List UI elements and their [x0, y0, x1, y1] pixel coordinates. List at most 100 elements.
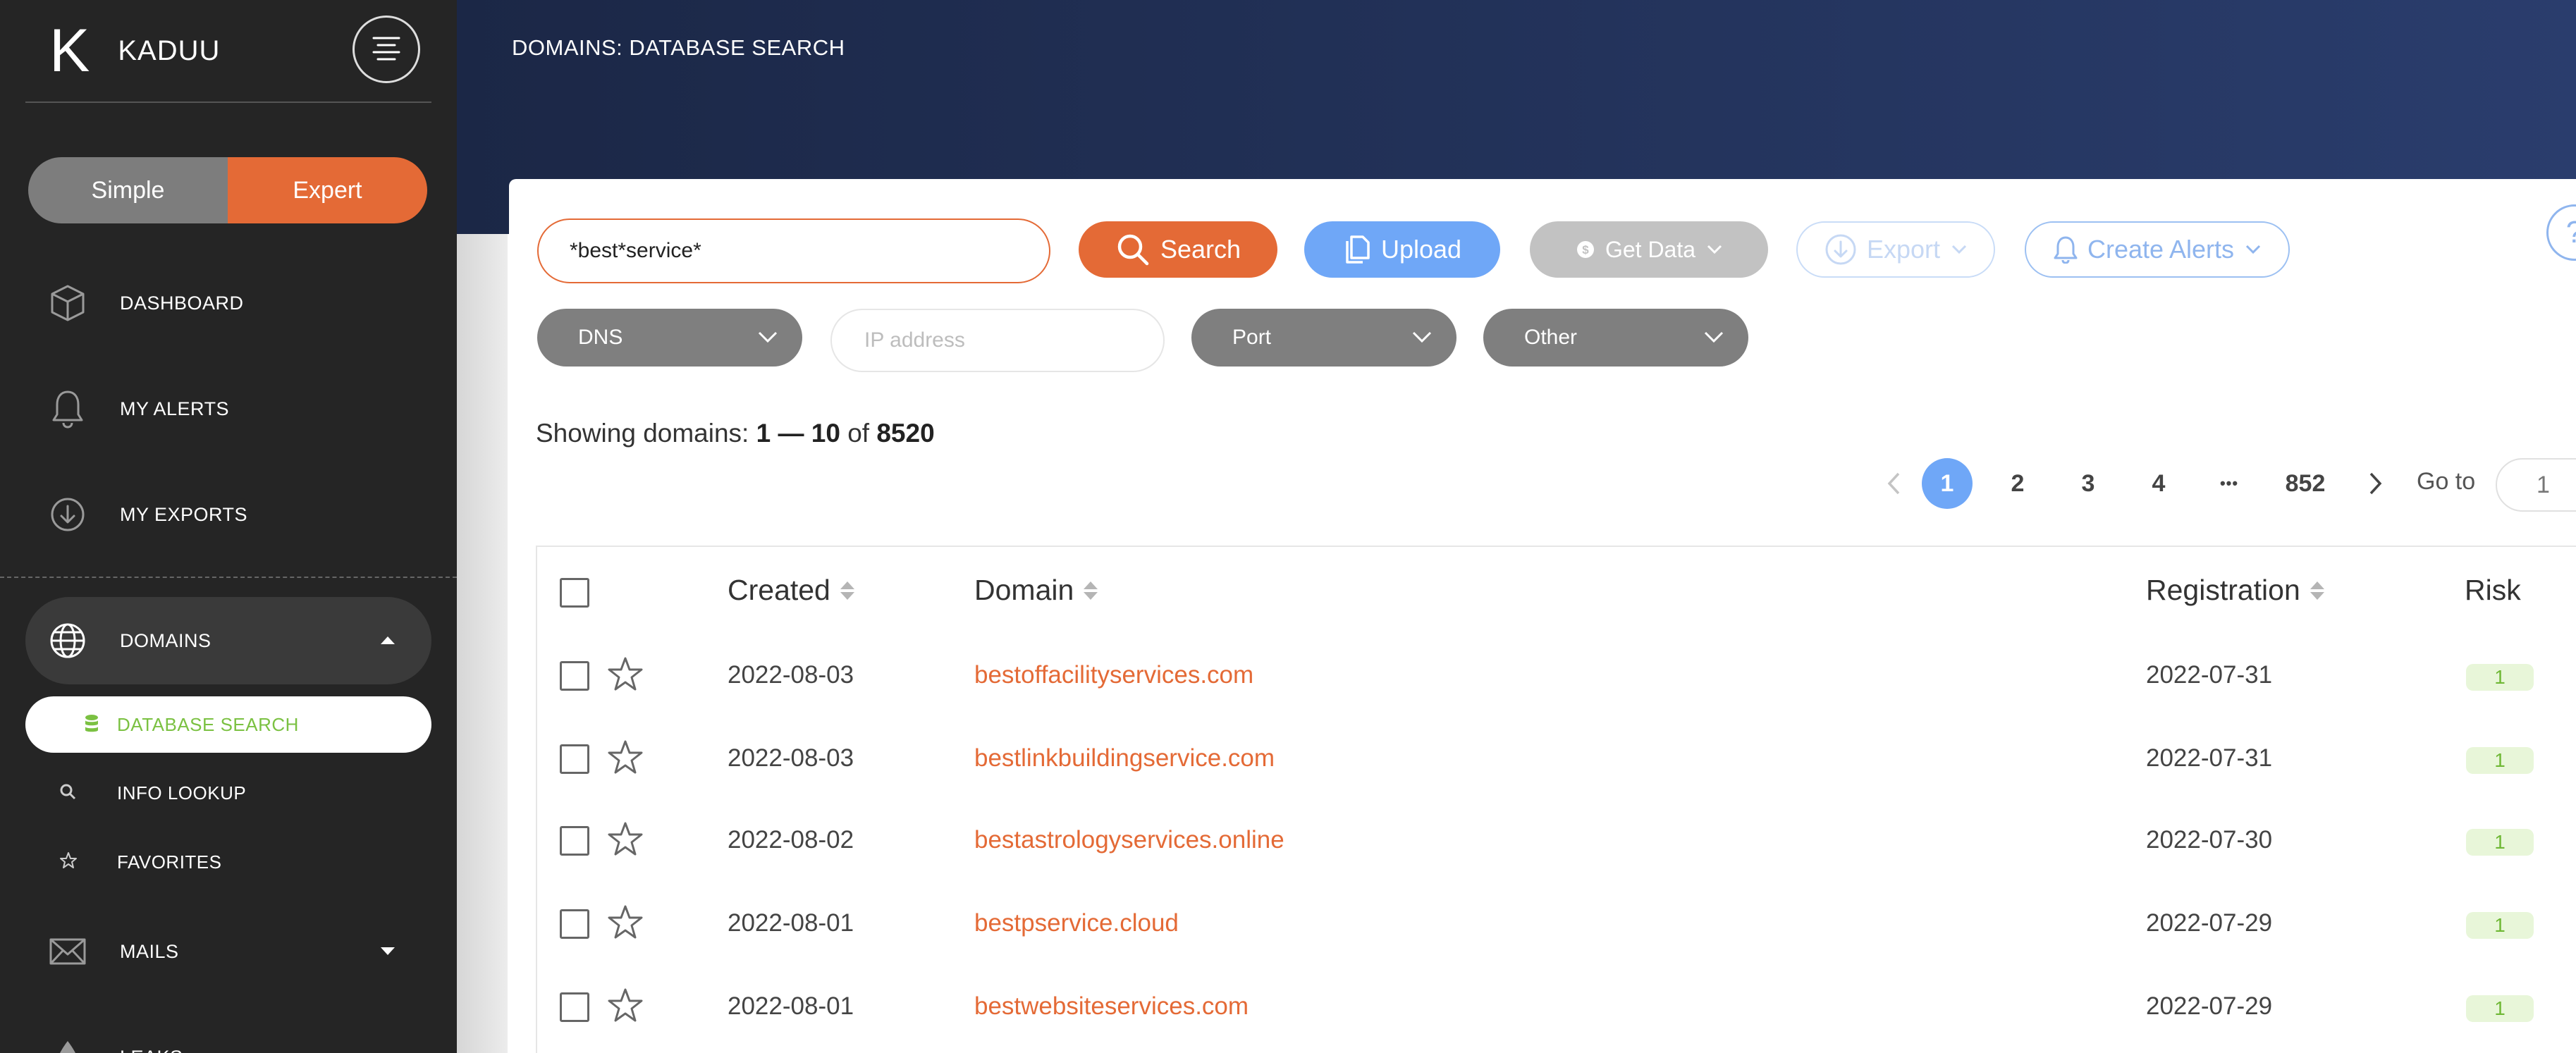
chevron-up-icon[interactable] — [381, 636, 395, 644]
column-header-label: Created — [728, 574, 830, 606]
results-range-sep: — — [778, 419, 804, 448]
cell-registration: 2022-07-29 — [2146, 909, 2273, 937]
get-data-button-label: Get Data — [1605, 236, 1696, 262]
mode-expert-button[interactable]: Expert — [228, 157, 427, 223]
sort-icon — [2310, 581, 2324, 600]
get-data-button[interactable]: $ Get Data — [1530, 221, 1768, 278]
domain-link[interactable]: bestpservice.cloud — [974, 909, 1179, 937]
cell-created: 2022-08-01 — [728, 909, 854, 937]
sidebar-subitem-favorites[interactable]: FAVORITES — [0, 837, 457, 887]
domain-link[interactable]: bestoffacilityservices.com — [974, 661, 1253, 689]
search-button-label: Search — [1160, 235, 1241, 264]
results-range-end: 10 — [811, 419, 840, 448]
column-header-domain[interactable]: Domain — [974, 574, 1098, 607]
domain-link[interactable]: bestastrologyservices.online — [974, 826, 1284, 854]
column-header-label: Domain — [974, 574, 1074, 606]
brand-logo[interactable]: K KADUU — [49, 16, 220, 86]
results-total: 8520 — [876, 419, 935, 448]
select-all-checkbox[interactable] — [560, 578, 589, 608]
row-checkbox[interactable] — [560, 744, 589, 774]
sidebar-subitem-label: INFO LOOKUP — [117, 782, 247, 803]
export-button[interactable]: Export — [1796, 221, 1995, 278]
sidebar-item-dashboard[interactable]: DASHBOARD — [0, 268, 457, 338]
page-button-4[interactable]: 4 — [2133, 458, 2184, 509]
menu-toggle-button[interactable] — [352, 16, 420, 83]
chevron-down-icon — [1703, 326, 1724, 350]
sidebar-item-my-exports[interactable]: MY EXPORTS — [0, 479, 457, 550]
page-button-last[interactable]: 852 — [2273, 458, 2338, 509]
dns-select-label: DNS — [578, 326, 623, 349]
goto-label: Go to — [2417, 468, 2476, 495]
column-header-registration[interactable]: Registration — [2146, 574, 2324, 607]
row-checkbox[interactable] — [560, 826, 589, 856]
sidebar-item-my-alerts[interactable]: MY ALERTS — [0, 374, 457, 444]
sidebar-subitem-info-lookup[interactable]: INFO LOOKUP — [0, 768, 457, 818]
column-header-risk: Risk — [2465, 574, 2521, 607]
sidebar-item-leaks[interactable]: LEAKS — [0, 1022, 457, 1053]
chevron-down-icon — [1707, 245, 1722, 254]
other-select[interactable]: Other — [1483, 309, 1748, 367]
chevron-down-icon — [2245, 245, 2261, 254]
download-circle-icon — [1824, 233, 1857, 266]
cell-created: 2022-08-03 — [728, 744, 854, 772]
row-checkbox[interactable] — [560, 661, 589, 691]
risk-badge: 1 — [2466, 912, 2534, 939]
port-select[interactable]: Port — [1191, 309, 1456, 367]
cell-registration: 2022-07-31 — [2146, 744, 2273, 772]
page-button-3[interactable]: 3 — [2063, 458, 2114, 509]
drop-icon — [48, 1037, 87, 1053]
cube-icon — [48, 283, 87, 323]
next-page-button[interactable] — [2350, 458, 2401, 509]
brand-letter: K — [49, 17, 90, 85]
chevron-down-icon[interactable] — [381, 947, 395, 955]
column-header-label: Registration — [2146, 574, 2300, 606]
sidebar-subitem-database-search[interactable]: DATABASE SEARCH — [25, 696, 431, 753]
star-icon[interactable] — [606, 739, 644, 777]
goto-page-input[interactable] — [2496, 458, 2576, 512]
page-title: DOMAINS: DATABASE SEARCH — [512, 35, 845, 60]
star-icon[interactable] — [606, 820, 644, 858]
row-checkbox[interactable] — [560, 992, 589, 1022]
row-checkbox[interactable] — [560, 909, 589, 939]
upload-button-label: Upload — [1380, 235, 1462, 264]
prev-page-button[interactable] — [1868, 458, 1919, 509]
domain-link[interactable]: bestlinkbuildingservice.com — [974, 744, 1275, 772]
dns-select[interactable]: DNS — [537, 309, 802, 367]
search-icon — [1115, 232, 1151, 267]
risk-badge: 1 — [2466, 829, 2534, 856]
page-button-1[interactable]: 1 — [1922, 458, 1973, 509]
other-select-label: Other — [1524, 326, 1578, 349]
search-button[interactable]: Search — [1079, 221, 1277, 278]
column-header-label: Risk — [2465, 574, 2521, 606]
info-circle-icon: $ — [1576, 240, 1595, 259]
column-header-created[interactable]: Created — [728, 574, 854, 607]
content-background — [457, 234, 508, 1053]
cell-registration: 2022-07-31 — [2146, 661, 2273, 689]
export-button-label: Export — [1866, 235, 1941, 264]
cell-created: 2022-08-01 — [728, 992, 854, 1020]
domain-link[interactable]: bestwebsiteservices.com — [974, 992, 1249, 1021]
page-ellipsis[interactable]: ••• — [2204, 458, 2255, 509]
star-icon — [59, 851, 78, 873]
sort-icon — [840, 581, 854, 600]
help-button[interactable]: ? — [2546, 204, 2576, 261]
ip-address-input[interactable] — [830, 309, 1165, 372]
search-input[interactable] — [537, 218, 1050, 283]
star-icon[interactable] — [606, 904, 644, 942]
sidebar-item-label: DASHBOARD — [120, 292, 244, 314]
sidebar-subitem-label: FAVORITES — [117, 851, 222, 873]
bell-icon — [2054, 235, 2078, 264]
database-icon — [85, 715, 99, 737]
cell-registration: 2022-07-29 — [2146, 992, 2273, 1020]
cell-registration: 2022-07-30 — [2146, 826, 2273, 854]
sidebar-item-label: DOMAINS — [120, 629, 211, 651]
create-alerts-button[interactable]: Create Alerts — [2025, 221, 2290, 278]
risk-badge: 1 — [2466, 995, 2534, 1022]
mode-simple-button[interactable]: Simple — [28, 157, 228, 223]
search-icon — [59, 783, 76, 803]
star-icon[interactable] — [606, 655, 644, 694]
page-button-2[interactable]: 2 — [1992, 458, 2043, 509]
mode-toggle[interactable]: Simple Expert — [28, 157, 427, 223]
star-icon[interactable] — [606, 987, 644, 1025]
upload-button[interactable]: Upload — [1304, 221, 1500, 278]
